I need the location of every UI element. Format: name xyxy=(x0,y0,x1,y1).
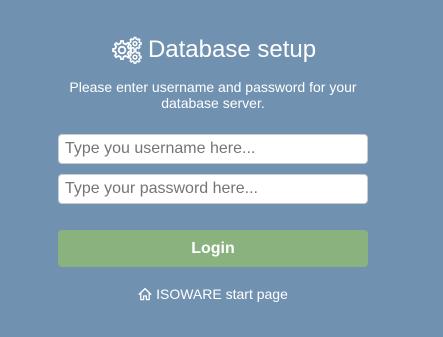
instructions-text: Please enter username and password for y… xyxy=(58,79,368,111)
start-link-label: ISOWARE start page xyxy=(156,286,288,302)
page-title: Database setup xyxy=(58,34,368,66)
title-text: Database setup xyxy=(147,36,317,63)
instructions-line-2: database server. xyxy=(161,95,265,111)
login-button[interactable]: Login xyxy=(58,230,368,267)
database-setup-panel: Database setup Please enter username and… xyxy=(58,34,368,302)
gears-icon xyxy=(112,36,142,64)
username-input[interactable] xyxy=(58,134,368,164)
instructions-line-1: Please enter username and password for y… xyxy=(69,79,357,95)
password-input[interactable] xyxy=(58,174,368,204)
home-icon xyxy=(138,287,152,301)
isoware-start-page-link[interactable]: ISOWARE start page xyxy=(58,286,368,302)
